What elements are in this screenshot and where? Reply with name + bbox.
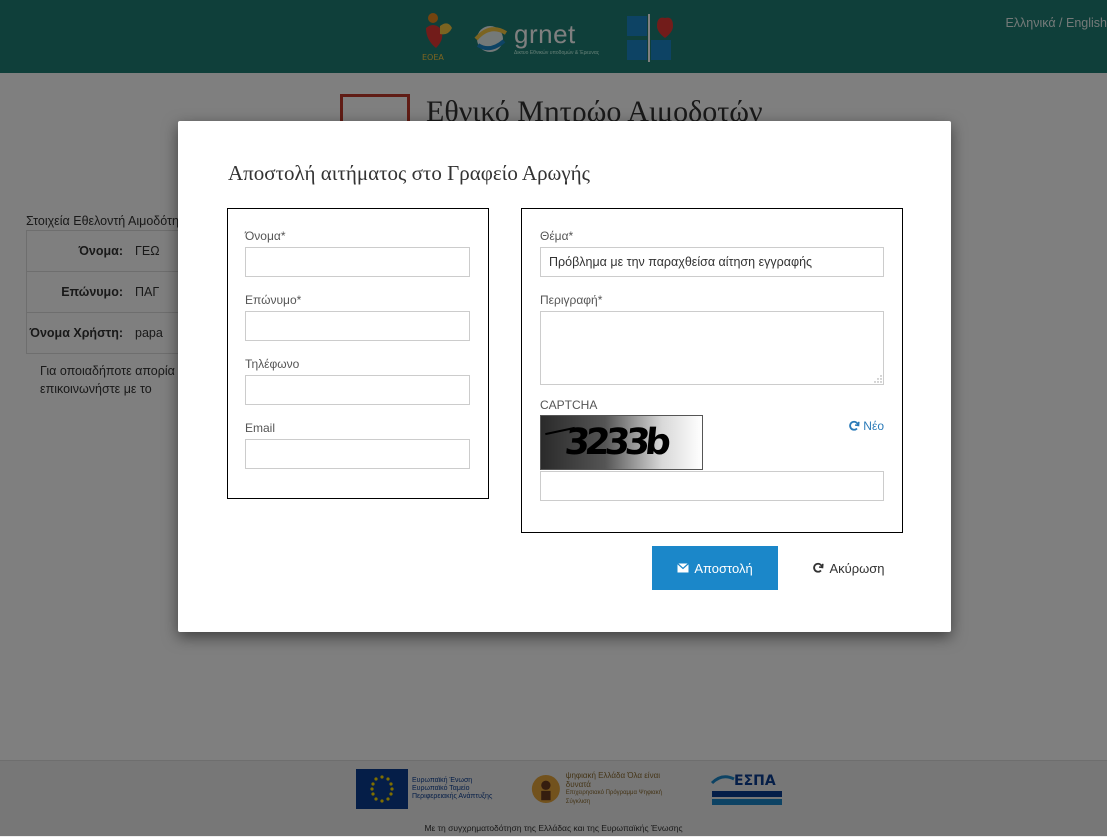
- captcha-label: CAPTCHA: [540, 398, 598, 412]
- contact-details-panel: Όνομα* Επώνυμο* Τηλέφωνο Email: [227, 208, 489, 499]
- captcha-input[interactable]: [540, 471, 884, 501]
- send-button[interactable]: Αποστολή: [652, 546, 778, 590]
- captcha-refresh-link[interactable]: Νέο: [848, 419, 884, 433]
- captcha-refresh-label: Νέο: [863, 419, 884, 433]
- envelope-icon: [677, 563, 690, 573]
- captcha-text: 3233b: [562, 422, 669, 463]
- last-name-label: Επώνυμο*: [245, 293, 302, 307]
- cancel-button[interactable]: Ακύρωση: [793, 546, 904, 590]
- phone-input[interactable]: [245, 375, 470, 405]
- description-textarea[interactable]: [540, 311, 884, 385]
- captcha-image: 3233b: [540, 415, 703, 470]
- support-request-modal: Αποστολή αιτήματος στο Γραφείο Αρωγής Όν…: [178, 121, 951, 632]
- resize-grip-icon[interactable]: [874, 375, 882, 383]
- request-details-panel: Θέμα* Περιγραφή* CAPTCHA 3233b Νέο: [521, 208, 903, 533]
- cancel-button-label: Ακύρωση: [829, 560, 885, 576]
- first-name-input[interactable]: [245, 247, 470, 277]
- email-input[interactable]: [245, 439, 470, 469]
- refresh-icon: [848, 420, 860, 432]
- send-button-label: Αποστολή: [694, 560, 753, 576]
- phone-label: Τηλέφωνο: [245, 357, 300, 371]
- refresh-icon: [812, 562, 825, 574]
- email-label: Email: [245, 421, 276, 435]
- first-name-label: Όνομα*: [245, 229, 286, 243]
- subject-label: Θέμα*: [540, 229, 574, 243]
- modal-title: Αποστολή αιτήματος στο Γραφείο Αρωγής: [228, 161, 590, 185]
- last-name-input[interactable]: [245, 311, 470, 341]
- description-label: Περιγραφή*: [540, 293, 603, 307]
- subject-input[interactable]: [540, 247, 884, 277]
